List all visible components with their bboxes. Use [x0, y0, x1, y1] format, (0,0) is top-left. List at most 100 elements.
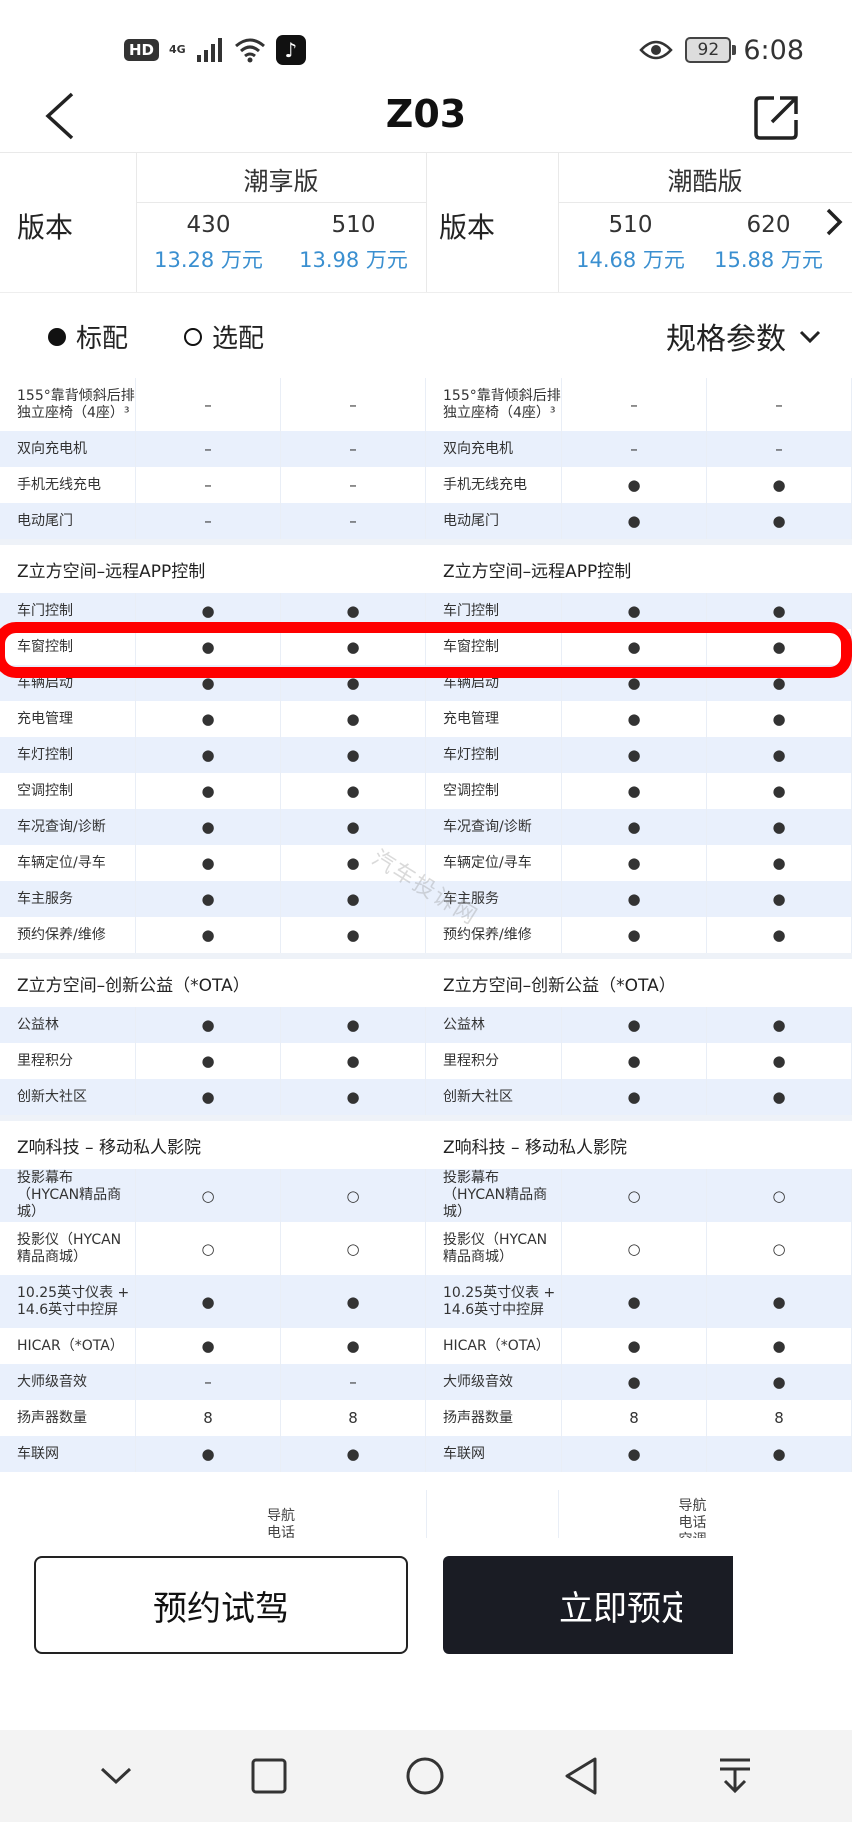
value-cell: ●: [281, 917, 426, 953]
table-row: 电动尾门 – – 电动尾门 ● ●: [0, 503, 852, 539]
value-cell: ●: [562, 1043, 707, 1079]
version-label: 版本: [439, 211, 496, 244]
test-drive-button[interactable]: 预约试驾: [34, 1556, 408, 1654]
table-row: 155°靠背倾斜后排独立座椅（4座）³ – –155°靠背倾斜后排独立座椅（4座）³…: [0, 378, 852, 431]
table-row: 公益林 ● ● 公益林 ● ●: [0, 1007, 852, 1043]
back-nav-icon[interactable]: [563, 1756, 599, 1796]
partial-cell: 导航 电话: [136, 1490, 427, 1538]
partial-cell-text: 导航 电话: [267, 1508, 295, 1538]
value-cell: ○: [707, 1222, 852, 1275]
tiktok-icon: ♪: [275, 35, 306, 65]
edition-col[interactable]: 510 13.98 万元: [281, 212, 426, 274]
row-half: 公益林 ● ●: [0, 1007, 426, 1043]
value-cell: 8: [136, 1400, 281, 1436]
value-cell: –: [136, 467, 281, 503]
divider: [558, 202, 852, 203]
row-label: 公益林: [426, 1007, 562, 1043]
row-label: 车灯控制: [426, 737, 562, 773]
value-cell: ●: [707, 845, 852, 881]
version-label: 版本: [17, 211, 74, 244]
row-label: 双向充电机: [0, 431, 136, 467]
row-half: 手机无线充电 ● ●: [426, 467, 852, 503]
download-icon[interactable]: [717, 1757, 753, 1795]
legend: 标配 选配: [48, 318, 264, 355]
value-cell: ●: [136, 1328, 281, 1364]
value-cell: ●: [136, 881, 281, 917]
chevron-right-icon: [826, 208, 843, 236]
row-label: 车辆定位/寻车: [426, 845, 562, 881]
value-cell: ●: [562, 1328, 707, 1364]
value-cell: –: [707, 378, 852, 431]
value-cell: ●: [562, 1436, 707, 1472]
edition-capacity: 510: [331, 212, 376, 238]
value-cell: ●: [562, 773, 707, 809]
row-label: 车辆定位/寻车: [0, 845, 136, 881]
value-cell: ●: [136, 1079, 281, 1115]
value-cell: –: [281, 503, 426, 539]
row-label: 创新大社区: [426, 1079, 562, 1115]
value-cell: ●: [136, 1436, 281, 1472]
edition-capacity: 510: [608, 212, 653, 238]
share-button[interactable]: [752, 94, 800, 142]
edition-col[interactable]: 510 14.68 万元: [558, 212, 703, 274]
value-cell: ●: [707, 809, 852, 845]
value-cell: ●: [707, 737, 852, 773]
value-cell: ●: [562, 1364, 707, 1400]
value-cell: –: [136, 431, 281, 467]
network-type: 4G: [169, 43, 186, 56]
value-cell: –: [136, 503, 281, 539]
value-cell: ●: [707, 701, 852, 737]
row-half: 车联网 ● ●: [0, 1436, 426, 1472]
chevron-down-icon: [799, 330, 821, 344]
row-label: HICAR（*OTA）: [0, 1328, 136, 1364]
row-half: 155°靠背倾斜后排独立座椅（4座）³ – –: [426, 378, 852, 431]
row-half: 车辆定位/寻车 ● ●: [0, 845, 426, 881]
row-label: 创新大社区: [0, 1079, 136, 1115]
row-half: 扬声器数量 8 8: [426, 1400, 852, 1436]
value-cell: –: [562, 431, 707, 467]
optional-dot-icon: [184, 327, 203, 346]
value-cell: ●: [136, 809, 281, 845]
next-versions-button[interactable]: [818, 204, 848, 240]
home-icon[interactable]: [405, 1756, 445, 1796]
edition-price: 13.98 万元: [299, 248, 408, 272]
value-cell: ●: [281, 737, 426, 773]
value-cell: ●: [707, 1328, 852, 1364]
row-label: 预约保养/维修: [0, 917, 136, 953]
eye-icon: [639, 40, 674, 60]
value-cell: ●: [281, 809, 426, 845]
chevron-down-icon[interactable]: [99, 1766, 133, 1786]
row-label: 车况查询/诊断: [426, 809, 562, 845]
spec-table: 155°靠背倾斜后排独立座椅（4座）³ – –155°靠背倾斜后排独立座椅（4座）³…: [0, 378, 852, 1472]
spec-dropdown-label: 规格参数: [666, 322, 786, 357]
row-half: 投影幕布（HYCAN精品商城） ○ ○: [0, 1169, 426, 1222]
table-row: 里程积分 ● ● 里程积分 ● ●: [0, 1043, 852, 1079]
row-label: 充电管理: [426, 701, 562, 737]
spec-dropdown[interactable]: 规格参数: [666, 314, 822, 358]
value-cell: ○: [136, 1169, 281, 1222]
row-label: 大师级音效: [0, 1364, 136, 1400]
row-half: 10.25英寸仪表 + 14.6英寸中控屏 ● ●: [426, 1275, 852, 1328]
edition-col[interactable]: 430 13.28 万元: [136, 212, 281, 274]
legend-optional: 选配: [212, 324, 265, 354]
value-cell: –: [281, 378, 426, 431]
table-row: 双向充电机 – – 双向充电机 – –: [0, 431, 852, 467]
value-cell: ●: [136, 701, 281, 737]
standard-dot-icon: [48, 327, 66, 346]
divider: [136, 202, 426, 203]
row-half: 车灯控制 ● ●: [0, 737, 426, 773]
hd-badge: HD: [124, 39, 160, 61]
row-half: HICAR（*OTA） ● ●: [0, 1328, 426, 1364]
system-nav-bar: [0, 1730, 852, 1822]
value-cell: ●: [136, 737, 281, 773]
row-label: 10.25英寸仪表 + 14.6英寸中控屏: [0, 1275, 136, 1328]
table-row: 10.25英寸仪表 + 14.6英寸中控屏 ● ● 10.25英寸仪表 + 14.6英…: [0, 1275, 852, 1328]
value-cell: ●: [707, 467, 852, 503]
row-half: 电动尾门 ● ●: [426, 503, 852, 539]
section-title: Z立方空间–远程APP控制: [17, 561, 206, 582]
row-half: 手机无线充电 – –: [0, 467, 426, 503]
recents-icon[interactable]: [251, 1758, 287, 1794]
row-label: HICAR（*OTA）: [426, 1328, 562, 1364]
row-half: 车况查询/诊断 ● ●: [426, 809, 852, 845]
value-cell: ●: [562, 503, 707, 539]
